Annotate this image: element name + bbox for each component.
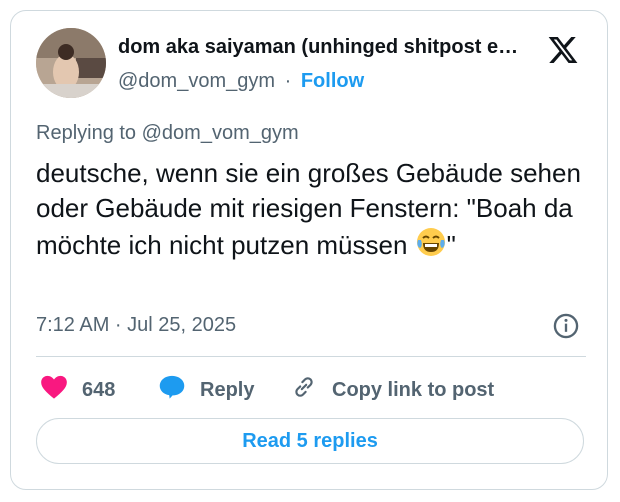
replying-to: Replying to @dom_vom_gym — [36, 122, 299, 144]
reply-bubble-icon — [158, 374, 186, 406]
heart-icon — [40, 374, 68, 406]
like-button[interactable]: 648 — [40, 374, 115, 406]
author-display-name[interactable]: dom aka saiyaman (unhinged shitpost e… — [118, 36, 538, 59]
read-replies-button[interactable]: Read 5 replies — [36, 418, 584, 464]
author-handle[interactable]: @dom_vom_gym — [118, 70, 275, 92]
follow-button[interactable]: Follow — [301, 70, 364, 92]
copy-link-button[interactable]: Copy link to post — [290, 374, 494, 406]
like-count: 648 — [82, 378, 116, 401]
divider — [36, 356, 586, 357]
profile-photo-icon — [36, 28, 106, 98]
tweet-body: deutsche, wenn sie ein großes Gebäude se… — [36, 158, 581, 260]
laughing-emoji-icon — [415, 226, 447, 267]
separator: · — [284, 70, 292, 92]
timestamp[interactable]: 7:12 AM · Jul 25, 2025 — [36, 314, 236, 337]
x-logo-icon[interactable] — [546, 34, 580, 66]
copy-link-label: Copy link to post — [332, 378, 495, 401]
author-handle-row: @dom_vom_gym · Follow — [118, 70, 364, 93]
link-icon — [290, 374, 318, 406]
tweet-body-end: " — [446, 230, 456, 260]
tweet-text: deutsche, wenn sie ein großes Gebäude se… — [36, 156, 586, 267]
info-icon[interactable] — [552, 312, 580, 340]
reply-label: Reply — [200, 378, 255, 401]
reply-button[interactable]: Reply — [158, 374, 254, 406]
avatar[interactable] — [36, 28, 106, 98]
